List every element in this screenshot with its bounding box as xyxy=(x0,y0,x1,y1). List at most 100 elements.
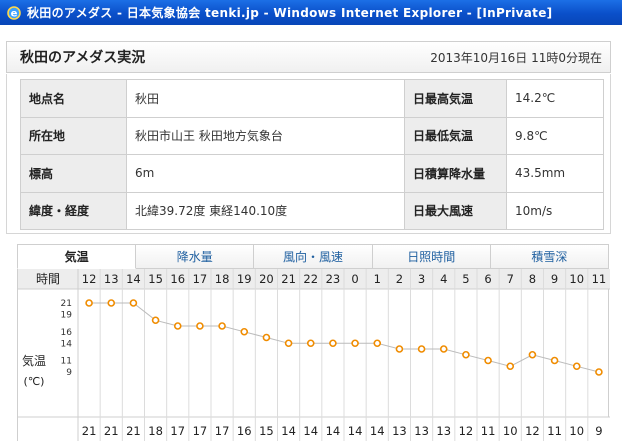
data-label: 10 xyxy=(503,424,518,438)
data-label: 12 xyxy=(525,424,540,438)
x-tick-label: 4 xyxy=(440,272,447,286)
x-tick-label: 21 xyxy=(281,272,296,286)
data-label: 11 xyxy=(547,424,562,438)
data-point xyxy=(506,362,515,371)
x-tick-label: 19 xyxy=(237,272,252,286)
y-tick-label: 16 xyxy=(61,328,73,338)
data-point xyxy=(351,339,359,348)
station-info-panel: 地点名 秋田 日最高気温 14.2℃ 所在地 秋田市山王 秋田地方気象台 日最低… xyxy=(6,74,611,234)
x-tick-label: 15 xyxy=(148,272,163,286)
data-point xyxy=(196,322,204,330)
table-row: 所在地 秋田市山王 秋田地方気象台 日最低気温 9.8℃ xyxy=(20,116,604,155)
x-tick-label: 17 xyxy=(193,272,208,286)
tab-temperature[interactable]: 気温 xyxy=(17,244,137,269)
station-info-table: 地点名 秋田 日最高気温 14.2℃ 所在地 秋田市山王 秋田地方気象台 日最低… xyxy=(20,79,604,230)
table-row: 緯度・経度 北緯39.72度 東経140.10度 日最大風速 10m/s xyxy=(20,191,604,230)
data-label: 13 xyxy=(392,424,407,438)
info-value: 秋田 xyxy=(126,79,405,118)
x-tick-label: 1 xyxy=(374,272,381,286)
info-label: 日最高気温 xyxy=(404,79,507,118)
page-header: 秋田のアメダス実況 2013年10月16日 11時0分現在 xyxy=(6,41,611,73)
data-label: 18 xyxy=(148,424,163,438)
y-axis-unit: (℃) xyxy=(24,375,45,388)
data-point xyxy=(550,356,559,365)
x-tick-label: 12 xyxy=(82,272,97,286)
data-label: 16 xyxy=(237,424,252,438)
data-label: 9 xyxy=(595,424,602,438)
x-tick-label: 10 xyxy=(569,272,584,286)
info-value: 9.8℃ xyxy=(506,116,604,155)
data-point xyxy=(306,339,315,348)
x-tick-label: 11 xyxy=(592,272,607,286)
x-tick-label: 0 xyxy=(351,272,358,286)
internet-explorer-icon: e xyxy=(7,5,21,20)
data-label: 12 xyxy=(459,424,474,438)
data-point xyxy=(329,339,337,348)
data-label: 10 xyxy=(569,424,584,438)
tab-wind[interactable]: 風向・風速 xyxy=(254,244,373,269)
data-tabs: 気温 降水量 風向・風速 日照時間 積雪深 xyxy=(17,244,610,269)
y-tick-label: 9 xyxy=(66,368,72,378)
info-value: 6m xyxy=(126,154,405,193)
tab-precipitation[interactable]: 降水量 xyxy=(136,244,255,269)
temperature-chart: 時間気温(℃)2119161411912 13 14 15 16 17 18 19 20 21 22… xyxy=(18,269,610,441)
window-title: 秋田のアメダス - 日本気象協会 tenki.jp - Windows Inte… xyxy=(27,6,553,20)
page-title: 秋田のアメダス実況 xyxy=(20,50,146,66)
data-label: 21 xyxy=(104,424,119,438)
page-content: 秋田のアメダス実況 2013年10月16日 11時0分現在 地点名 秋田 日最高… xyxy=(0,25,622,441)
data-point xyxy=(462,350,470,359)
y-tick-label: 11 xyxy=(61,357,72,367)
y-tick-label: 19 xyxy=(61,311,73,321)
data-point xyxy=(417,345,426,353)
x-tick-label: 6 xyxy=(484,272,491,286)
data-point xyxy=(85,299,93,307)
window-titlebar[interactable]: e 秋田のアメダス - 日本気象協会 tenki.jp - Windows In… xyxy=(0,0,622,25)
info-label: 日積算降水量 xyxy=(404,154,507,193)
x-tick-label: 5 xyxy=(462,272,469,286)
x-tick-label: 2 xyxy=(396,272,403,286)
svg-text:e: e xyxy=(11,8,18,19)
info-label: 日最大風速 xyxy=(404,191,507,230)
x-tick-label: 7 xyxy=(507,272,514,286)
tab-sunshine[interactable]: 日照時間 xyxy=(372,244,491,269)
temperature-chart-panel: 時間 気温 (℃) 21 19 16 14 11 9 12 13 14 15 16 17 18 19 20 21 22… xyxy=(17,269,610,441)
info-label: 日最低気温 xyxy=(404,116,507,155)
info-value: 14.2℃ xyxy=(506,79,604,118)
data-point xyxy=(439,345,448,353)
data-point xyxy=(595,368,603,376)
info-value: 秋田市山王 秋田地方気象台 xyxy=(126,116,405,155)
info-label: 地点名 xyxy=(20,79,127,118)
data-label: 14 xyxy=(303,424,318,438)
data-label: 15 xyxy=(259,424,274,438)
info-value: 10m/s xyxy=(506,191,604,230)
data-label: 11 xyxy=(481,424,496,438)
data-point xyxy=(107,299,116,307)
y-tick-label: 21 xyxy=(61,299,72,309)
info-label: 所在地 xyxy=(20,116,127,155)
data-label: 21 xyxy=(126,424,141,438)
data-label: 13 xyxy=(436,424,451,438)
x-tick-label: 22 xyxy=(303,272,318,286)
x-tick-label: 23 xyxy=(326,272,341,286)
data-label: 14 xyxy=(326,424,341,438)
x-tick-label: 3 xyxy=(418,272,425,286)
info-label: 緯度・経度 xyxy=(20,191,127,230)
data-point xyxy=(373,339,382,348)
data-point xyxy=(395,345,404,353)
data-label: 17 xyxy=(215,424,230,438)
y-tick-label: 14 xyxy=(61,339,73,349)
x-tick-label: 14 xyxy=(126,272,141,286)
data-point xyxy=(129,299,138,307)
x-tick-label: 8 xyxy=(529,272,536,286)
tab-snow-depth[interactable]: 積雪深 xyxy=(490,244,610,269)
data-point xyxy=(284,339,293,348)
table-row: 地点名 秋田 日最高気温 14.2℃ xyxy=(20,79,604,118)
data-point xyxy=(484,356,492,365)
x-tick-label: 18 xyxy=(215,272,230,286)
data-label: 13 xyxy=(414,424,429,438)
info-value: 北緯39.72度 東経140.10度 xyxy=(126,191,405,230)
data-point xyxy=(572,362,581,371)
x-tick-label: 20 xyxy=(259,272,274,286)
data-label: 17 xyxy=(170,424,185,438)
hour-axis-label: 時間 xyxy=(36,272,60,286)
